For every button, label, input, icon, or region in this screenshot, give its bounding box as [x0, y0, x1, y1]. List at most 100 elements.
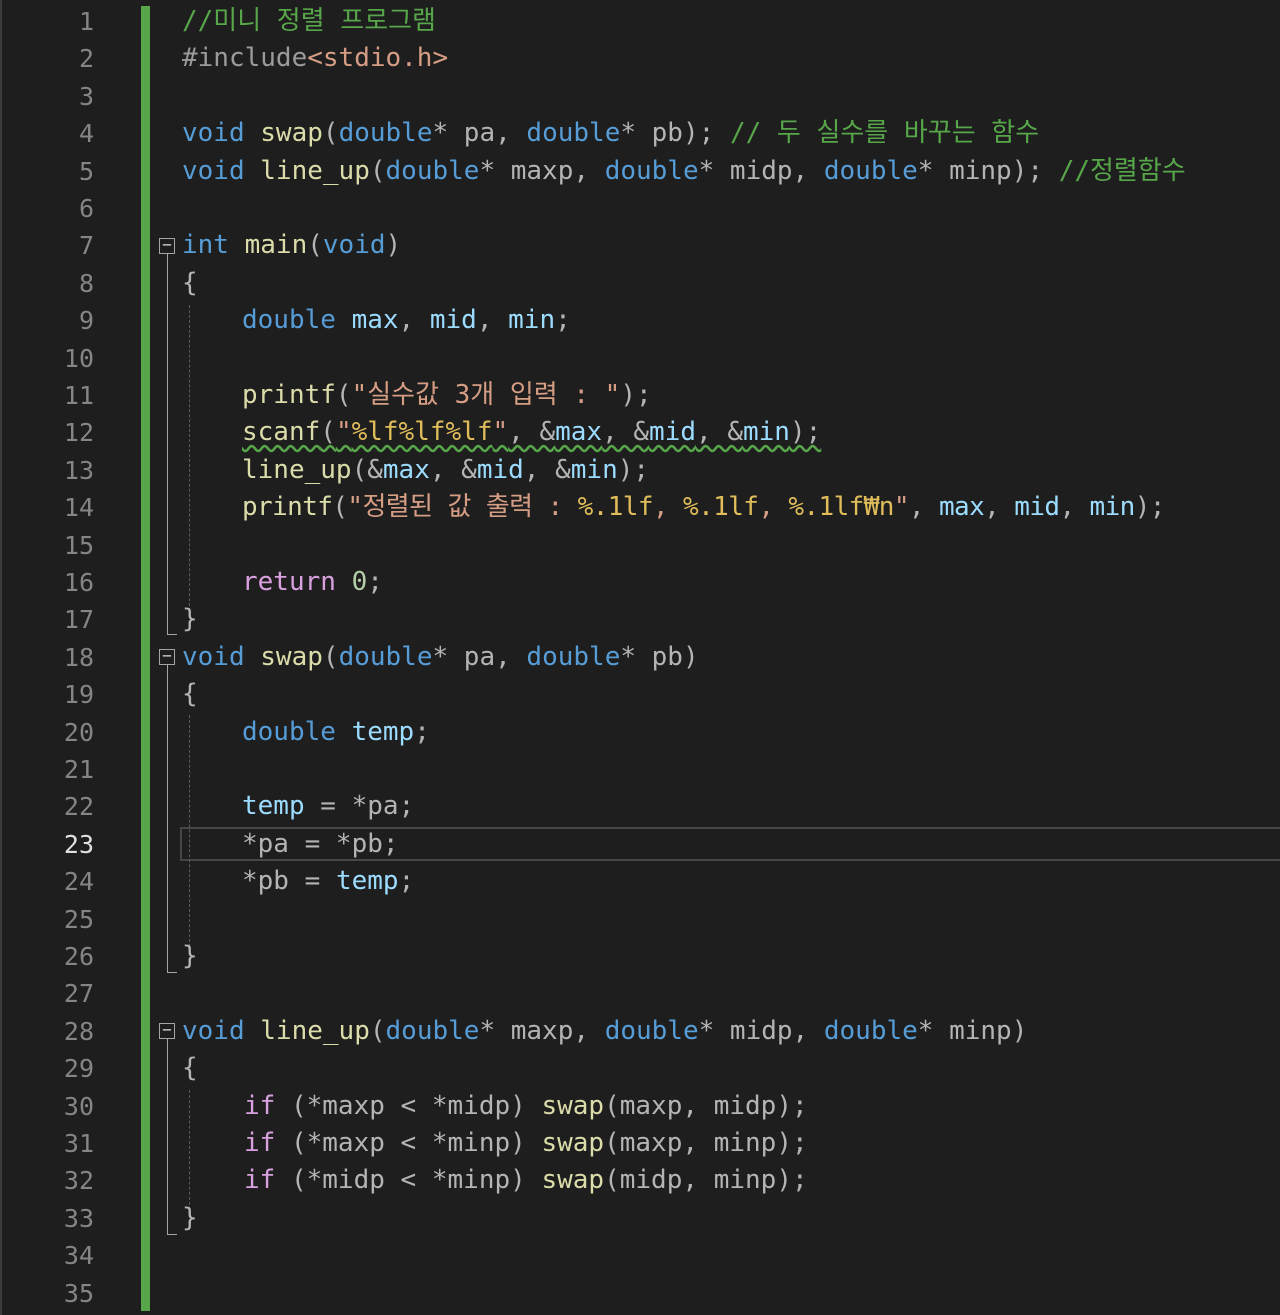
code-line-18[interactable]: 18 void swap(double* pa, double* pb): [2, 639, 1280, 676]
operator: = *: [288, 828, 352, 859]
code-line-16[interactable]: 16 return 0;: [2, 564, 1280, 601]
variable: max: [351, 305, 399, 336]
punct: ;: [555, 305, 571, 336]
code-line-14[interactable]: 14 printf("정렬된 값 출력 : %.1lf, %.1lf, %.1l…: [2, 489, 1280, 526]
punct: (: [322, 118, 339, 149]
punct: ,: [476, 305, 509, 336]
code-line-29[interactable]: 29 {: [2, 1050, 1280, 1087]
code-line-20[interactable]: 20 double temp;: [2, 714, 1280, 751]
type: double: [338, 641, 433, 672]
code-line-25[interactable]: 25: [2, 901, 1280, 938]
code-line-22[interactable]: 22 temp = *pa;: [2, 788, 1280, 825]
param: pa: [367, 791, 399, 822]
operator: ): [510, 1090, 542, 1121]
punct: *: [620, 118, 652, 149]
brace: }: [182, 941, 198, 971]
line-content: void swap(double* pa, double* pb); // 두 …: [182, 115, 1039, 152]
line-content: if (*midp < *minp) swap(midp, minp);: [244, 1162, 808, 1199]
variable: max: [938, 492, 985, 523]
code-line-32[interactable]: 32 if (*midp < *minp) swap(midp, minp);: [2, 1162, 1280, 1199]
param: midp: [729, 1015, 793, 1046]
code-line-7[interactable]: 7 int main(void): [2, 227, 1280, 264]
brace: {: [182, 1053, 198, 1084]
code-line-9[interactable]: 9 double max, mid, min;: [2, 302, 1280, 339]
code-line-13[interactable]: 13 line_up(&max, &mid, &min);: [2, 452, 1280, 489]
code-line-12[interactable]: 12 scanf("%lf%lf%lf", &max, &mid, &min);: [2, 414, 1280, 451]
code-line-28[interactable]: 28 void line_up(double* maxp, double* mi…: [2, 1013, 1280, 1050]
keyword: if: [244, 1090, 276, 1121]
punct: *: [479, 1015, 511, 1046]
code-line-8[interactable]: 8 {: [2, 265, 1280, 302]
line-content: }: [182, 1200, 198, 1237]
code-line-10[interactable]: 10: [2, 340, 1280, 377]
comment: //정렬함수: [1058, 155, 1186, 186]
param: minp: [949, 1015, 1012, 1046]
operator: < *: [384, 1165, 448, 1196]
punct: ;: [382, 828, 399, 859]
line-content: printf("정렬된 값 출력 : %.1lf, %.1lf, %.1lf₩n…: [242, 489, 1165, 526]
code-editor[interactable]: − − − 1 //미니 정렬 프로그램 2 #include<stdio.h>…: [0, 0, 1280, 1315]
punct: ,: [682, 1165, 714, 1196]
code-line-19[interactable]: 19 {: [2, 676, 1280, 713]
code-line-2[interactable]: 2 #include<stdio.h>: [2, 40, 1280, 77]
line-number: 32: [63, 1166, 94, 1196]
brace: }: [182, 604, 198, 635]
line-number: 23: [63, 829, 94, 859]
variable: max: [555, 417, 603, 448]
code-line-5[interactable]: 5 void line_up(double* maxp, double* mid…: [2, 153, 1280, 190]
param: pb: [651, 118, 683, 149]
operator: *: [242, 828, 258, 859]
code-line-1[interactable]: 1 //미니 정렬 프로그램: [2, 3, 1280, 40]
operator: < *: [384, 1090, 448, 1121]
code-line-4[interactable]: 4 void swap(double* pa, double* pb); // …: [2, 115, 1280, 152]
punct: ,: [398, 305, 430, 336]
code-line-23[interactable]: 23 *pa = *pb;: [2, 826, 1280, 863]
code-line-30[interactable]: 30 if (*maxp < *midp) swap(maxp, midp);: [2, 1088, 1280, 1125]
function-name: swap: [260, 118, 323, 149]
code-line-3[interactable]: 3: [2, 78, 1280, 115]
line-content: *pb = temp;: [242, 863, 414, 900]
brace: }: [182, 1202, 198, 1233]
param: midp: [619, 1165, 683, 1196]
type: double: [242, 716, 336, 747]
line-content: #include<stdio.h>: [182, 40, 448, 77]
line-content: void line_up(double* maxp, double* midp,…: [182, 153, 1186, 190]
code-line-31[interactable]: 31 if (*maxp < *minp) swap(maxp, minp);: [2, 1125, 1280, 1162]
code-line-27[interactable]: 27: [2, 975, 1280, 1012]
format-specifier: %.1lf: [788, 492, 864, 523]
punct: (: [604, 1165, 620, 1196]
code-line-21[interactable]: 21: [2, 751, 1280, 788]
line-number: 2: [78, 44, 94, 74]
code-line-17[interactable]: 17 }: [2, 601, 1280, 638]
param: minp: [713, 1128, 777, 1158]
function-name: swap: [260, 641, 323, 672]
code-line-34[interactable]: 34: [2, 1237, 1280, 1274]
punct: ;: [414, 716, 430, 747]
punct: (&: [351, 454, 383, 485]
string-literal: ": [893, 492, 910, 523]
punct: (: [322, 641, 339, 672]
code-line-35[interactable]: 35: [2, 1275, 1280, 1312]
code-line-6[interactable]: 6: [2, 190, 1280, 227]
operator: ): [510, 1128, 542, 1158]
line-number: 16: [63, 568, 94, 597]
type: double: [338, 118, 433, 149]
line-number: 13: [63, 455, 94, 485]
string-literal: "정렬된 값 출력 :: [347, 492, 578, 523]
warning-squiggle[interactable]: scanf("%lf%lf%lf", &max, &mid, &min);: [242, 417, 821, 447]
line-number: 20: [63, 717, 94, 747]
keyword: void: [182, 155, 245, 186]
code-line-26[interactable]: 26 }: [2, 938, 1280, 975]
param: pa: [257, 828, 289, 859]
code-line-33[interactable]: 33 }: [2, 1200, 1280, 1237]
line-content: }: [182, 601, 198, 638]
code-line-24[interactable]: 24 *pb = temp;: [2, 863, 1280, 900]
variable: mid: [476, 454, 524, 485]
format-specifier: %.1lf: [577, 492, 654, 523]
code-line-11[interactable]: 11 printf("실수값 3개 입력 : ");: [2, 377, 1280, 414]
keyword: void: [182, 1015, 245, 1046]
line-content: *pa = *pb;: [242, 826, 399, 863]
code-line-15[interactable]: 15: [2, 527, 1280, 564]
type: double: [526, 118, 621, 149]
punct: (: [604, 1128, 620, 1158]
